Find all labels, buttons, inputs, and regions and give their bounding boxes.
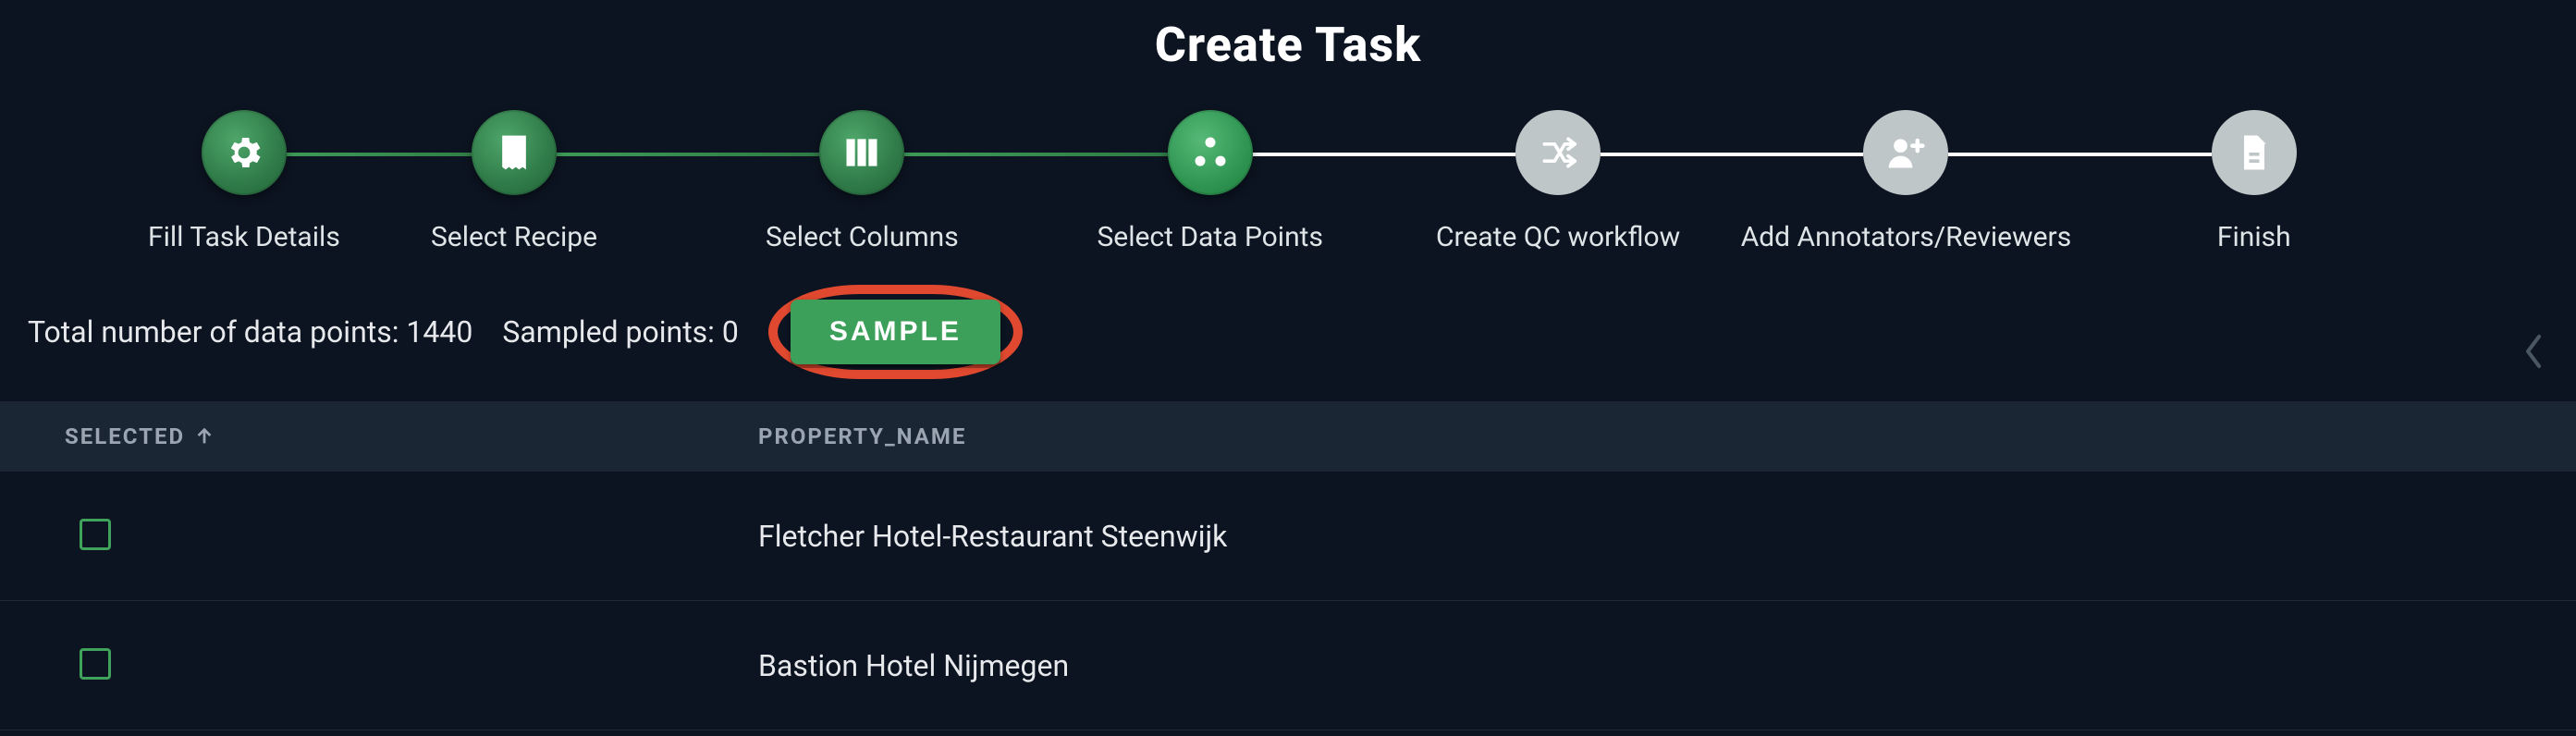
shuffle-icon — [1515, 110, 1601, 195]
nodes-icon — [1168, 110, 1253, 195]
step-fill-task-details[interactable]: Fill Task Details — [148, 110, 340, 253]
step-progress: Fill Task Details Select Recipe Select Col… — [148, 110, 2428, 253]
column-header-property-name-label: PROPERTY_NAME — [758, 423, 966, 449]
columns-icon — [819, 110, 904, 195]
step-select-recipe[interactable]: Select Recipe — [340, 110, 688, 253]
step-add-annotators-reviewers[interactable]: Add Annotators/Reviewers — [1732, 110, 2079, 253]
sampled-points: Sampled points: 0 — [502, 314, 739, 350]
receipt-icon — [472, 110, 557, 195]
step-label: Fill Task Details — [148, 221, 340, 253]
total-label: Total number of data points: — [28, 314, 399, 350]
column-header-property-name[interactable]: PROPERTY_NAME — [758, 423, 2576, 449]
sampled-value: 0 — [722, 314, 739, 350]
sort-ascending-icon — [194, 426, 215, 447]
step-label: Select Data Points — [1097, 221, 1322, 253]
row-checkbox[interactable] — [80, 519, 111, 550]
table-row[interactable]: Bastion Hotel Nijmegen — [0, 601, 2576, 730]
total-value: 1440 — [406, 314, 472, 350]
people-plus-icon — [1863, 110, 1948, 195]
table-row[interactable]: Fletcher Hotel-Restaurant Steenwijk — [0, 472, 2576, 601]
table-body: Fletcher Hotel-Restaurant Steenwijk Basti… — [0, 472, 2576, 730]
step-label: Select Recipe — [431, 221, 597, 253]
row-checkbox[interactable] — [80, 648, 111, 680]
table-header: SELECTED PROPERTY_NAME — [0, 401, 2576, 472]
step-label: Select Columns — [766, 221, 959, 253]
step-label: Add Annotators/Reviewers — [1741, 221, 2072, 253]
collapse-panel-button[interactable] — [2522, 333, 2545, 374]
sample-button[interactable]: SAMPLE — [791, 300, 1000, 364]
cell-property-name: Bastion Hotel Nijmegen — [758, 648, 2576, 683]
step-create-qc-workflow[interactable]: Create QC workflow — [1384, 110, 1732, 253]
gear-icon — [202, 110, 287, 195]
cell-selected — [0, 648, 758, 683]
column-header-selected[interactable]: SELECTED — [0, 423, 758, 449]
step-select-data-points[interactable]: Select Data Points — [1037, 110, 1384, 253]
total-data-points: Total number of data points: 1440 — [28, 314, 472, 350]
summary-row: Total number of data points: 1440 Sample… — [0, 253, 2576, 399]
data-points-table: SELECTED PROPERTY_NAME Fletcher Hotel-Re… — [0, 399, 2576, 730]
file-icon — [2212, 110, 2297, 195]
sampled-label: Sampled points: — [502, 314, 715, 350]
step-finish[interactable]: Finish — [2080, 110, 2428, 253]
column-header-selected-label: SELECTED — [65, 423, 185, 449]
cell-selected — [0, 519, 758, 554]
step-label: Finish — [2217, 221, 2291, 253]
cell-property-name: Fletcher Hotel-Restaurant Steenwijk — [758, 519, 2576, 554]
page-title: Create Task — [0, 0, 2576, 73]
step-select-columns[interactable]: Select Columns — [688, 110, 1036, 253]
step-label: Create QC workflow — [1436, 221, 1680, 253]
sample-highlight-annotation: SAMPLE — [768, 285, 1023, 379]
